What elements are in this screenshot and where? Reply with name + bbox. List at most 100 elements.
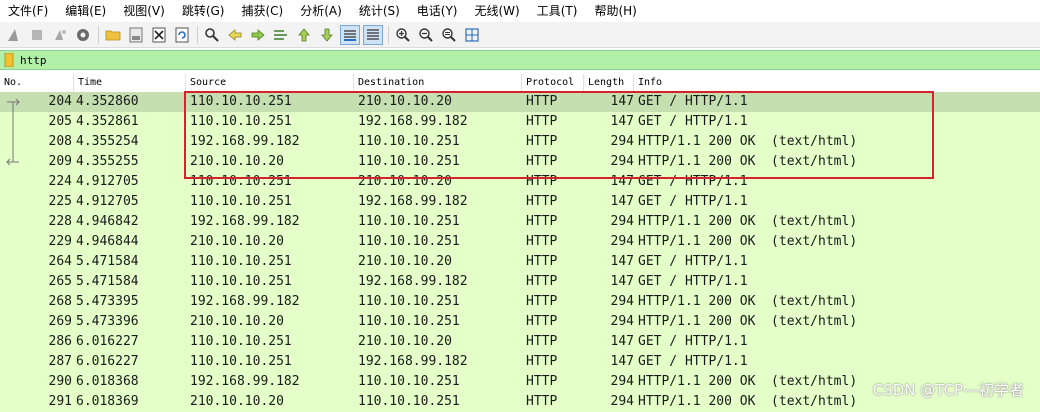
table-row[interactable]: 228 4.946842 192.168.99.182 110.10.10.251 HT… — [0, 212, 1040, 232]
first-packet-icon[interactable] — [294, 25, 314, 45]
cell-info: HTTP/1.1 200 OK (text/html) — [638, 234, 858, 249]
last-packet-icon[interactable] — [317, 25, 337, 45]
cell-info: GET / HTTP/1.1 — [638, 194, 748, 209]
cell-proto: HTTP — [526, 194, 558, 209]
cell-time: 6.016227 — [76, 334, 139, 349]
resize-columns-icon[interactable] — [462, 25, 482, 45]
table-row[interactable]: 225 4.912705 110.10.10.251 192.168.99.182 HT… — [0, 192, 1040, 212]
cell-src: 110.10.10.251 — [190, 194, 292, 209]
menu-bar: 文件(F) 编辑(E) 视图(V) 跳转(G) 捕获(C) 分析(A) 统计(S) 电话(Y)… — [0, 0, 1040, 22]
cell-len: 294 — [610, 374, 634, 389]
cell-info: GET / HTTP/1.1 — [638, 274, 748, 289]
table-row[interactable]: 287 6.016227 110.10.10.251 192.168.99.182 HT… — [0, 352, 1040, 372]
cell-len: 294 — [610, 234, 634, 249]
zoom-out-icon[interactable] — [416, 25, 436, 45]
toolbar-separator — [98, 25, 99, 44]
menu-item[interactable]: 帮助(H) — [586, 0, 645, 22]
annotation-red-box — [184, 91, 934, 179]
cell-info: HTTP/1.1 200 OK (text/html) — [638, 314, 858, 329]
cell-src: 110.10.10.251 — [190, 354, 292, 369]
options-gear-icon[interactable] — [73, 25, 93, 45]
open-folder-icon[interactable] — [103, 25, 123, 45]
save-file-icon[interactable] — [126, 25, 146, 45]
column-header-time[interactable]: Time — [74, 74, 186, 92]
menu-item[interactable]: 跳转(G) — [174, 0, 234, 22]
cell-src: 110.10.10.251 — [190, 274, 292, 289]
menu-item[interactable]: 电话(Y) — [409, 0, 467, 22]
cell-time: 5.471584 — [76, 274, 139, 289]
cell-dst: 110.10.10.251 — [358, 374, 460, 389]
cell-time: 4.912705 — [76, 194, 139, 209]
table-row[interactable]: 269 5.473396 210.10.10.20 110.10.10.251 HTTP… — [0, 312, 1040, 332]
cell-time: 5.473395 — [76, 294, 139, 309]
main-toolbar — [0, 22, 1040, 48]
table-row[interactable]: 264 5.471584 110.10.10.251 210.10.10.20 HTTP… — [0, 252, 1040, 272]
cell-src: 210.10.10.20 — [190, 394, 284, 409]
cell-time: 5.473396 — [76, 314, 139, 329]
cell-time: 5.471584 — [76, 254, 139, 269]
column-header-source[interactable]: Source — [186, 74, 354, 92]
menu-item[interactable]: 编辑(E) — [57, 0, 115, 22]
cell-proto: HTTP — [526, 374, 558, 389]
forward-arrow-icon[interactable] — [248, 25, 268, 45]
cell-time: 6.018369 — [76, 394, 139, 409]
column-header-info[interactable]: Info — [634, 74, 1040, 92]
cell-no: 225 — [48, 194, 72, 209]
toolbar-separator — [388, 25, 389, 44]
stop-icon[interactable] — [27, 25, 47, 45]
menu-item[interactable]: 工具(T) — [529, 0, 587, 22]
autoscroll-icon[interactable] — [340, 24, 360, 45]
table-row[interactable]: 265 5.471584 110.10.10.251 192.168.99.182 HT… — [0, 272, 1040, 292]
table-row[interactable]: 286 6.016227 110.10.10.251 210.10.10.20 HTTP… — [0, 332, 1040, 352]
menu-item[interactable]: 统计(S) — [351, 0, 409, 22]
cell-proto: HTTP — [526, 294, 558, 309]
cell-len: 147 — [610, 274, 634, 289]
zoom-in-icon[interactable] — [393, 25, 413, 45]
cell-dst: 110.10.10.251 — [358, 294, 460, 309]
cell-no: 228 — [48, 214, 72, 229]
cell-no: 205 — [48, 114, 72, 129]
cell-no: 291 — [48, 394, 72, 409]
menu-item[interactable]: 文件(F) — [0, 0, 57, 22]
shark-fin-icon[interactable] — [4, 25, 24, 45]
close-file-icon[interactable] — [149, 25, 169, 45]
cell-dst: 192.168.99.182 — [358, 194, 468, 209]
cell-len: 294 — [610, 294, 634, 309]
cell-no: 229 — [48, 234, 72, 249]
cell-len: 147 — [610, 254, 634, 269]
cell-time: 4.355254 — [76, 134, 139, 149]
cell-src: 192.168.99.182 — [190, 214, 300, 229]
reload-icon[interactable] — [172, 25, 192, 45]
cell-proto: HTTP — [526, 314, 558, 329]
cell-info: GET / HTTP/1.1 — [638, 334, 748, 349]
cell-dst: 192.168.99.182 — [358, 274, 468, 289]
cell-proto: HTTP — [526, 334, 558, 349]
table-row[interactable]: 268 5.473395 192.168.99.182 110.10.10.251 HT… — [0, 292, 1040, 312]
goto-packet-icon[interactable] — [271, 25, 291, 45]
zoom-normal-icon[interactable] — [439, 25, 459, 45]
column-header-protocol[interactable]: Protocol — [522, 74, 584, 92]
column-header-no[interactable]: No. — [0, 74, 74, 92]
table-row[interactable]: 229 4.946844 210.10.10.20 110.10.10.251 HTTP… — [0, 232, 1040, 252]
restart-icon[interactable] — [50, 25, 70, 45]
find-icon[interactable] — [202, 25, 222, 45]
colorize-icon[interactable] — [363, 24, 383, 45]
cell-len: 147 — [610, 334, 634, 349]
cell-dst: 110.10.10.251 — [358, 214, 460, 229]
cell-proto: HTTP — [526, 274, 558, 289]
cell-proto: HTTP — [526, 214, 558, 229]
cell-proto: HTTP — [526, 234, 558, 249]
display-filter-input[interactable] — [20, 52, 920, 68]
bookmark-icon[interactable] — [4, 52, 14, 68]
menu-item[interactable]: 无线(W) — [467, 0, 529, 22]
back-arrow-icon[interactable] — [225, 25, 245, 45]
menu-item[interactable]: 视图(V) — [115, 0, 174, 22]
cell-dst: 210.10.10.20 — [358, 254, 452, 269]
column-header-destination[interactable]: Destination — [354, 74, 522, 92]
column-header-length[interactable]: Length — [584, 74, 634, 92]
cell-len: 294 — [610, 314, 634, 329]
menu-item[interactable]: 分析(A) — [292, 0, 351, 22]
menu-item[interactable]: 捕获(C) — [233, 0, 292, 22]
cell-time: 4.355255 — [76, 154, 139, 169]
cell-no: 268 — [48, 294, 72, 309]
